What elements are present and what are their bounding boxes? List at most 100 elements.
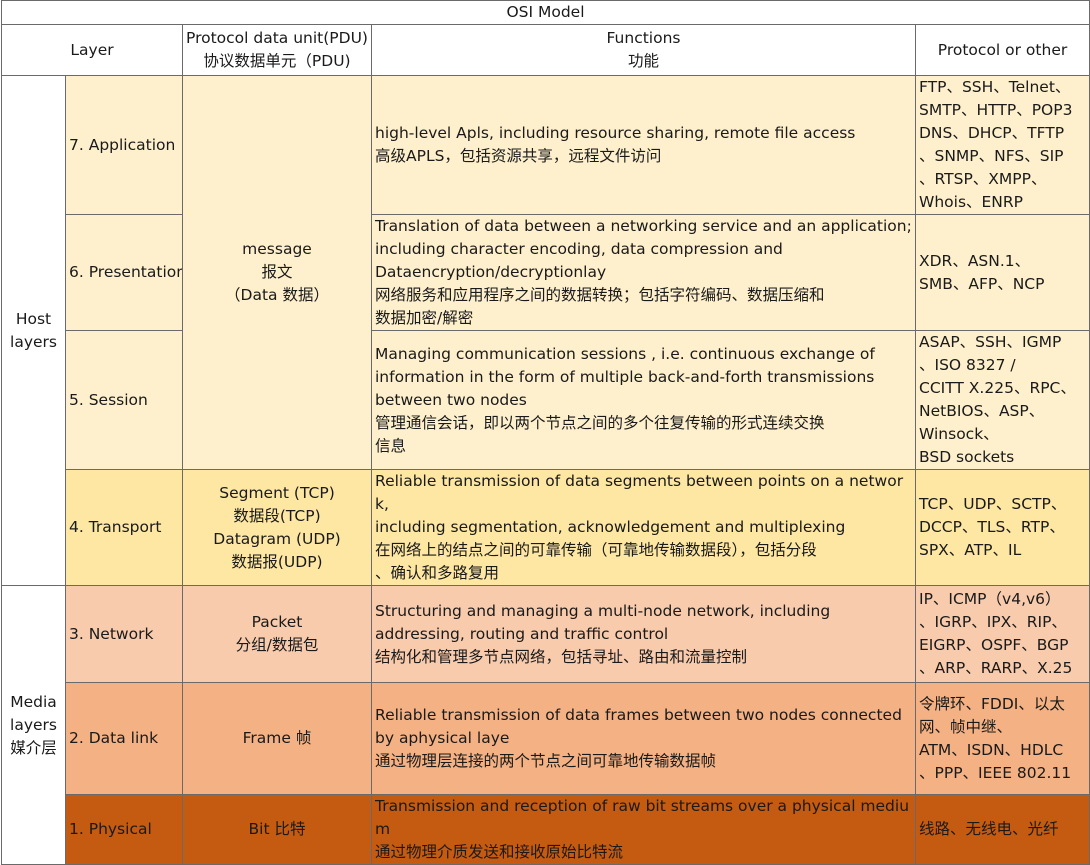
protocols-cell: 令牌环、FDDI、以太 网、帧中继、 ATM、ISDN、HDLC 、PPP、IE… (915, 682, 1090, 795)
protocol-line: BSD sockets (919, 448, 1015, 466)
layer-name: 3. Network (65, 585, 183, 683)
function-line: high-level Apls, including resource shar… (375, 124, 856, 142)
protocol-line: 、PPP、IEEE 802.11 (919, 763, 1072, 782)
protocol-line: XDR、ASN.1、 (919, 251, 1031, 270)
header-functions-zh: 功能 (627, 52, 659, 70)
function-line: addressing, routing and traffic control (375, 624, 669, 643)
protocol-line: IP、ICMP（v4,v6） (919, 590, 1061, 608)
pdu-segment: Segment (TCP) 数据段(TCP) Datagram (UDP) 数据… (182, 469, 372, 586)
function-line: 在网络上的结点之间的可靠传输（可靠地传输数据段），包括分段 (375, 541, 817, 559)
function-line: Managing communication sessions , i.e. c… (375, 344, 875, 363)
protocol-line: 令牌环、FDDI、以太 (919, 694, 1065, 713)
protocol-line: Whois、ENRP (919, 193, 1024, 211)
function-line: Translation of data between a networking… (375, 217, 912, 235)
osi-model-table: OSI Model Layer Protocol data unit(PDU) … (1, 0, 1090, 865)
protocol-line: TCP、UDP、SCTP、 (919, 495, 1067, 513)
function-line: information in the form of multiple back… (375, 367, 875, 386)
header-pdu-zh: 协议数据单元（PDU) (203, 52, 351, 70)
protocol-line: 、ARP、RARP、X.25 (919, 659, 1073, 677)
protocol-line: ASAP、SSH、IGMP (919, 333, 1062, 351)
function-line: Reliable transmission of data segments b… (375, 472, 904, 513)
protocol-line: DNS、DHCP、TFTP (919, 124, 1065, 142)
protocol-line: 线路、无线电、光纤 (919, 820, 1059, 838)
protocol-line: 、RTSP、XMPP、 (919, 170, 1047, 188)
protocol-line: EIGRP、OSPF、BGP (919, 636, 1069, 654)
function-line: 通过物理层连接的两个节点之间可靠地传输数据帧 (375, 752, 717, 770)
protocol-line: DCCP、TLS、RTP、 (919, 518, 1065, 536)
group-host-line: Host (15, 309, 52, 328)
function-line: Reliable transmission of data frames bet… (375, 706, 902, 724)
functions-cell: Managing communication sessions , i.e. c… (371, 330, 916, 470)
layer-name: 5. Session (65, 330, 183, 470)
pdu-message: message 报文 （Data 数据） (182, 75, 372, 470)
header-protocol: Protocol or other (915, 24, 1090, 76)
pdu-line: 数据段(TCP) (233, 506, 321, 525)
layer-name: 7. Application (65, 75, 183, 215)
group-host-layers: Host layers (1, 75, 66, 586)
pdu-frame: Frame 帧 (182, 682, 372, 795)
protocol-line: ATM、ISDN、HDLC (919, 740, 1064, 759)
group-media-layers: Media layers 媒介层 (1, 585, 66, 865)
pdu-line: （Data 数据） (225, 286, 329, 304)
pdu-line: Packet (251, 613, 303, 631)
function-line: Structuring and managing a multi-node ne… (375, 601, 831, 620)
layer-name: 4. Transport (65, 469, 183, 586)
group-host-line: layers (10, 332, 57, 351)
group-media-line: Media (10, 692, 57, 711)
header-pdu: Protocol data unit(PDU) 协议数据单元（PDU) (182, 24, 372, 76)
protocols-cell: IP、ICMP（v4,v6） 、IGRP、IPX、RIP、 EIGRP、OSPF… (915, 585, 1090, 683)
pdu-packet: Packet 分组/数据包 (182, 585, 372, 683)
pdu-line: 报文 (261, 263, 293, 281)
protocols-cell: ASAP、SSH、IGMP 、ISO 8327 / CCITT X.225、RP… (915, 330, 1090, 470)
header-functions-en: Functions (606, 29, 681, 47)
table-title: OSI Model (1, 0, 1090, 25)
group-media-line: layers (10, 715, 57, 734)
layer-name: 6. Presentation (65, 214, 183, 331)
header-pdu-en: Protocol data unit(PDU) (186, 29, 368, 47)
functions-cell: Transmission and reception of raw bit st… (371, 794, 916, 865)
function-line: Transmission and reception of raw bit st… (375, 797, 910, 838)
protocols-cell: 线路、无线电、光纤 (915, 794, 1090, 865)
pdu-line: 分组/数据包 (235, 636, 319, 654)
protocol-line: 、SNMP、NFS、SIP (919, 147, 1064, 165)
function-line: 数据加密/解密 (375, 309, 474, 327)
layer-name: 1. Physical (65, 794, 183, 865)
functions-cell: Structuring and managing a multi-node ne… (371, 585, 916, 683)
protocol-line: SPX、ATP、IL (919, 541, 1022, 559)
function-line: 结构化和管理多节点网络，包括寻址、路由和流量控制 (375, 647, 748, 666)
function-line: 通过物理介质发送和接收原始比特流 (375, 843, 624, 861)
pdu-line: message (242, 240, 312, 258)
function-line: 网络服务和应用程序之间的数据转换；包括字符编码、数据压缩和 (375, 286, 825, 304)
function-line: 高级APLS，包括资源共享，远程文件访问 (375, 147, 662, 165)
pdu-line: 数据报(UDP) (231, 552, 323, 571)
function-line: by aphysical laye (375, 729, 510, 747)
protocols-cell: TCP、UDP、SCTP、 DCCP、TLS、RTP、 SPX、ATP、IL (915, 469, 1090, 586)
header-layer: Layer (1, 24, 183, 76)
protocol-line: Winsock、 (919, 425, 999, 443)
functions-cell: high-level Apls, including resource shar… (371, 75, 916, 215)
pdu-line: Segment (TCP) (219, 483, 335, 502)
function-line: between two nodes (375, 390, 527, 409)
protocol-line: SMB、AFP、NCP (919, 274, 1045, 293)
protocol-line: FTP、SSH、Telnet、 (919, 78, 1071, 96)
functions-cell: Reliable transmission of data segments b… (371, 469, 916, 586)
function-line: including segmentation, acknowledgement … (375, 518, 846, 536)
functions-cell: Translation of data between a networking… (371, 214, 916, 331)
function-line: Dataencryption/decryptionlay (375, 263, 607, 281)
function-line: 、确认和多路复用 (375, 564, 500, 582)
protocol-line: 网、帧中继、 (919, 717, 1013, 736)
protocols-cell: XDR、ASN.1、 SMB、AFP、NCP (915, 214, 1090, 331)
header-functions: Functions 功能 (371, 24, 916, 76)
pdu-bit: Bit 比特 (182, 794, 372, 865)
protocol-line: 、IGRP、IPX、RIP、 (919, 613, 1067, 631)
protocol-line: CCITT X.225、RPC、 (919, 379, 1076, 397)
functions-cell: Reliable transmission of data frames bet… (371, 682, 916, 795)
protocol-line: 、ISO 8327 / (919, 356, 1016, 374)
group-media-line: 媒介层 (10, 738, 57, 757)
function-line: including character encoding, data compr… (375, 240, 783, 258)
layer-name: 2. Data link (65, 682, 183, 795)
protocol-line: NetBIOS、ASP、 (919, 402, 1045, 420)
protocols-cell: FTP、SSH、Telnet、 SMTP、HTTP、POP3 DNS、DHCP、… (915, 75, 1090, 215)
pdu-line: Datagram (UDP) (213, 529, 341, 548)
protocol-line: SMTP、HTTP、POP3 (919, 101, 1073, 119)
